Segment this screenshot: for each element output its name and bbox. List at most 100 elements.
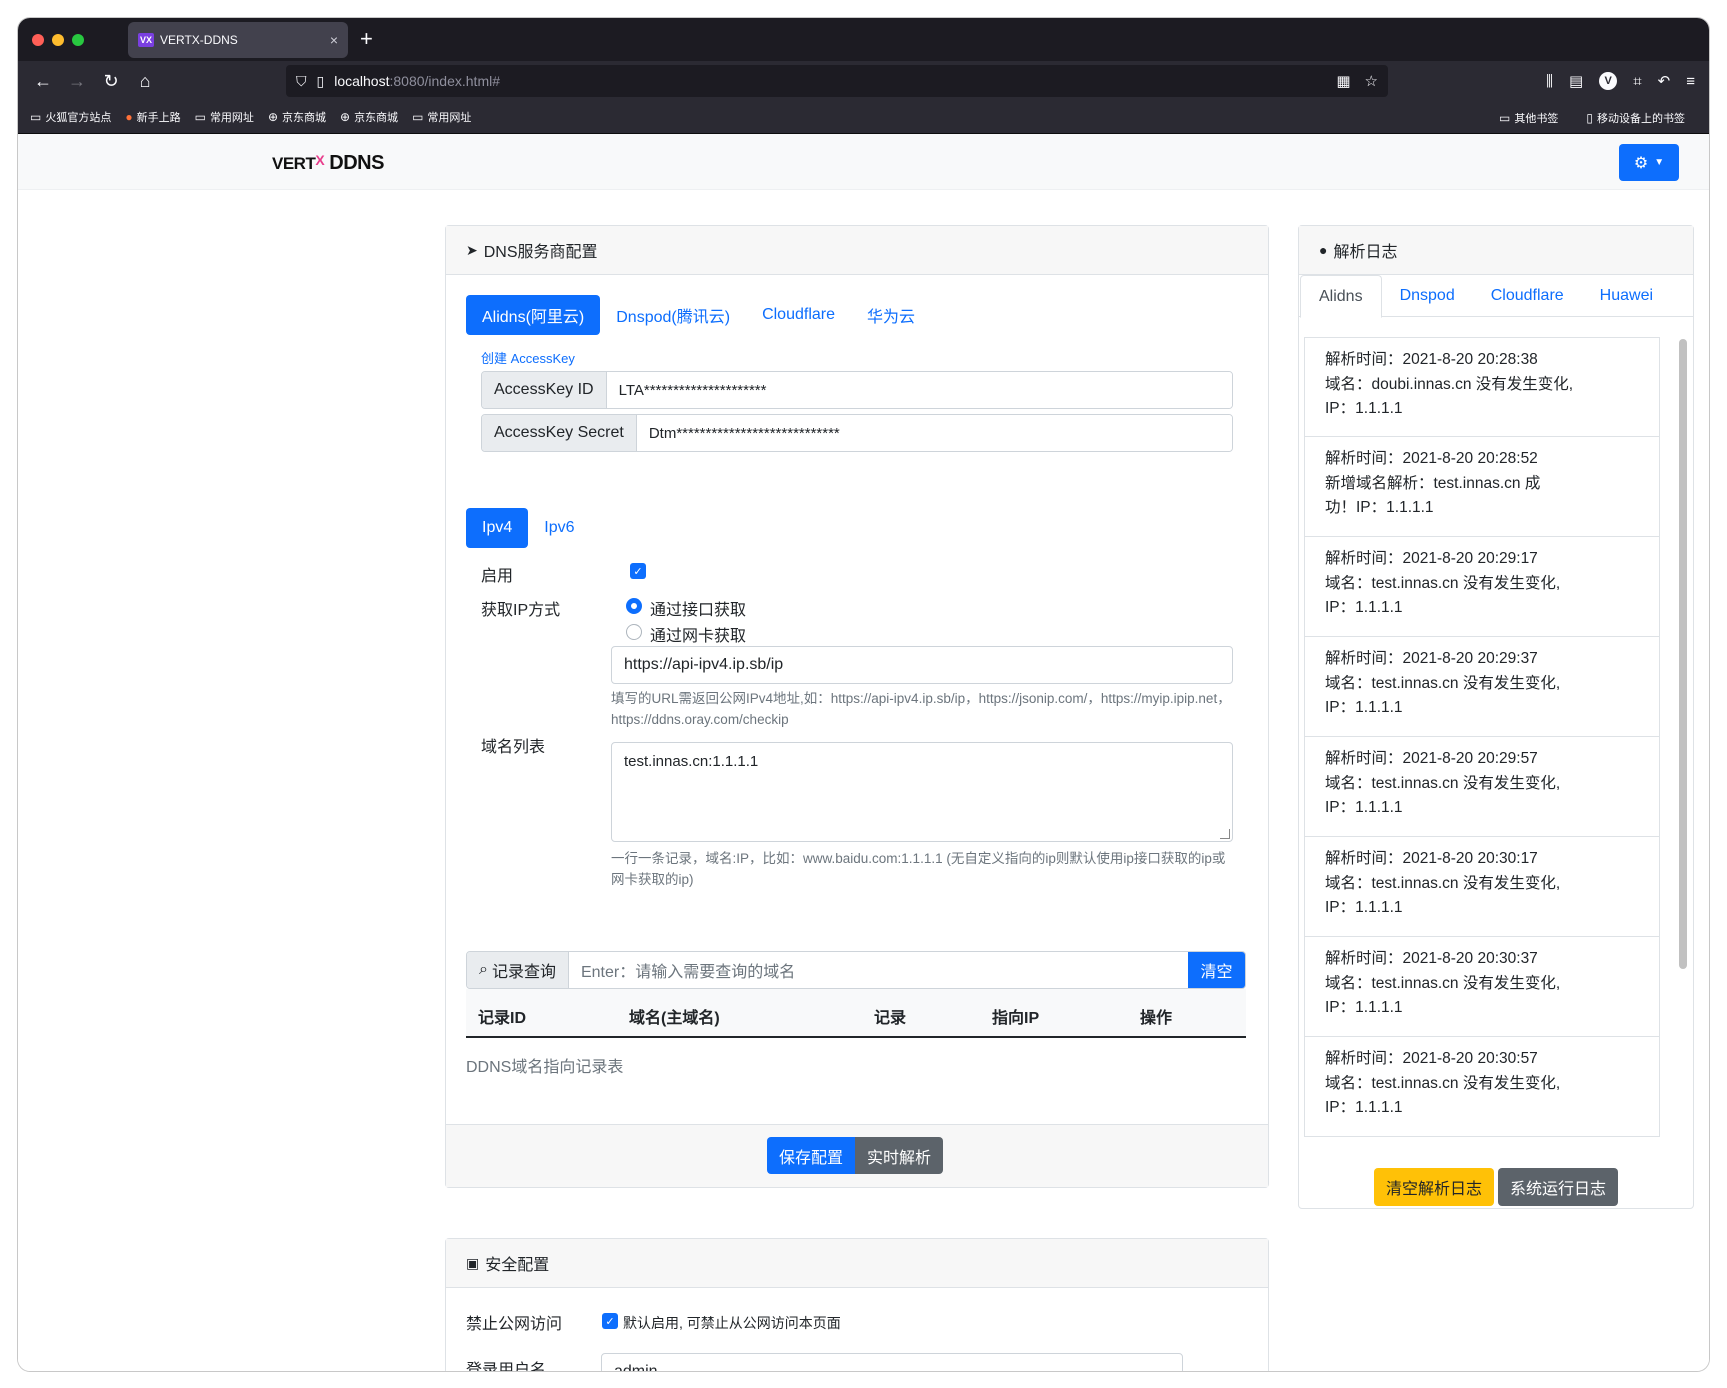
extension-icon[interactable]: V	[1599, 72, 1618, 90]
block-public-desc: 默认启用, 可禁止从公网访问本页面	[623, 1315, 841, 1331]
accesskey-id-input[interactable]: LTA*********************	[606, 372, 1232, 408]
log-list[interactable]: 解析时间：2021-8-20 20:28:38 域名：doubi.innas.cn…	[1304, 337, 1660, 1145]
resize-handle-icon[interactable]	[1220, 829, 1230, 839]
tab-alidns[interactable]: Alidns(阿里云)	[466, 295, 601, 335]
page-icon[interactable]: ▯	[317, 73, 325, 90]
domain-help-text: 一行一条记录，域名:IP，比如：www.baidu.com:1.1.1.1 (无…	[611, 851, 1226, 887]
dns-config-header: ➤ DNS服务商配置	[446, 226, 1268, 275]
action-button-group: 保存配置 实时解析	[767, 1137, 944, 1174]
forward-icon[interactable]: →	[60, 71, 94, 92]
bookmarks-bar: ▭ 火狐官方站点 ● 新手上路 ▭ 常用网址 ⊕ 京东商城 ⊕ 京东商城 ▭ 常用网址 ▭ 其…	[18, 101, 1709, 134]
url-path: :8080/index.html#	[389, 73, 501, 89]
crop-icon[interactable]: ⌗	[1633, 73, 1641, 90]
username-input[interactable]: admin	[601, 1353, 1183, 1371]
app-header: VERTX DDNS ⚙ ▼	[18, 134, 1709, 190]
folder-icon: ▭	[412, 110, 424, 124]
bookmark-item[interactable]: ▭ 火狐官方站点	[30, 109, 111, 125]
mobile-icon: ▯	[1586, 110, 1593, 125]
bookmark-item[interactable]: ⊕ 京东商城	[340, 109, 398, 125]
sidebar-icon[interactable]: ▤	[1569, 72, 1583, 90]
search-icon: ⌕	[479, 961, 488, 978]
bookmark-item[interactable]: ▯ 移动设备上的书签	[1586, 110, 1685, 126]
close-window-button[interactable]	[32, 34, 44, 46]
dns-config-card: ➤ DNS服务商配置 Alidns(阿里云) Dnspod(腾讯云) Cloud…	[445, 225, 1269, 1188]
api-help-text: 填写的URL需返回公网IPv4地址,如：https://api-ipv4.ip.…	[611, 691, 1231, 727]
folder-icon: ▭	[1499, 110, 1511, 125]
bookmark-item[interactable]: ▭ 常用网址	[195, 109, 254, 125]
radio-api-label[interactable]: 通过接口获取	[650, 596, 746, 620]
back-icon[interactable]: ←	[26, 71, 60, 92]
block-public-checkbox[interactable]: ✓	[602, 1313, 618, 1329]
shield-icon[interactable]: ⛉	[296, 73, 307, 90]
bookmark-item[interactable]: ▭ 常用网址	[412, 109, 471, 125]
tab-huawei[interactable]: 华为云	[851, 295, 931, 335]
maximize-window-button[interactable]	[72, 34, 84, 46]
app-logo[interactable]: VERTX DDNS	[272, 152, 384, 175]
enable-checkbox[interactable]: ✓	[630, 563, 646, 579]
ip-api-url-input[interactable]: https://api-ipv4.ip.sb/ip	[611, 646, 1233, 684]
qr-code-icon[interactable]: ▦	[1336, 72, 1350, 90]
ip-version-tabs: Ipv4 Ipv6	[466, 508, 591, 548]
radio-nic[interactable]	[626, 624, 642, 640]
url-host: localhost	[334, 73, 390, 89]
reload-icon[interactable]: ↻	[94, 71, 128, 92]
log-entry: 解析时间：2021-8-20 20:30:17 域名：test.innas.cn …	[1304, 837, 1660, 937]
radio-api[interactable]	[626, 598, 642, 614]
log-entry: 解析时间：2021-8-20 20:29:17 域名：test.innas.cn …	[1304, 537, 1660, 637]
undo-icon[interactable]: ↶	[1658, 72, 1671, 90]
log-entry: 解析时间：2021-8-20 20:29:37 域名：test.innas.cn …	[1304, 637, 1660, 737]
log-tab-huawei[interactable]: Huawei	[1582, 275, 1671, 317]
log-footer: 清空解析日志 系统运行日志	[1299, 1168, 1693, 1206]
domain-list-value: test.innas.cn:1.1.1.1	[624, 753, 759, 770]
tab-ipv4[interactable]: Ipv4	[466, 508, 529, 548]
security-config-card: ▣ 安全配置 禁止公网访问 ✓ 默认启用, 可禁止从公网访问本页面 登录用户名 …	[445, 1238, 1269, 1371]
th-actions: 操作	[1140, 1010, 1173, 1027]
domain-list-textarea[interactable]: test.innas.cn:1.1.1.1	[611, 742, 1233, 842]
realtime-resolve-button[interactable]: 实时解析	[855, 1137, 944, 1174]
clear-log-button[interactable]: 清空解析日志	[1373, 1168, 1494, 1206]
globe-icon: ⊕	[267, 110, 278, 124]
log-scrollbar[interactable]	[1679, 339, 1687, 969]
menu-icon[interactable]: ≡	[1686, 73, 1695, 90]
security-config-header: ▣ 安全配置	[446, 1239, 1268, 1288]
system-log-button[interactable]: 系统运行日志	[1498, 1168, 1619, 1206]
globe-icon: ⊕	[340, 110, 351, 124]
record-search-input[interactable]: Enter：请输入需要查询的域名	[569, 952, 1188, 988]
browser-tab[interactable]: VX VERTX-DDNS ×	[128, 22, 348, 58]
log-entry: 解析时间：2021-8-20 20:30:57 域名：test.innas.cn …	[1304, 1037, 1660, 1137]
tab-ipv6[interactable]: Ipv6	[528, 508, 590, 548]
table-caption: DDNS域名指向记录表	[466, 1059, 624, 1076]
close-icon[interactable]: ×	[330, 32, 338, 48]
folder-icon: ▭	[194, 110, 206, 124]
bookmark-item[interactable]: ● 新手上路	[125, 109, 180, 125]
records-table-header: 记录ID 域名(主域名) 记录 指向IP 操作	[466, 989, 1246, 1038]
log-tab-alidns[interactable]: Alidns	[1300, 275, 1382, 318]
radio-nic-label[interactable]: 通过网卡获取	[650, 622, 746, 646]
tab-cloudflare[interactable]: Cloudflare	[746, 295, 851, 335]
domain-list-label: 域名列表	[481, 739, 546, 756]
record-search-label: ⌕ 记录查询	[467, 952, 569, 988]
create-accesskey-link[interactable]: 创建 AccessKey	[481, 348, 575, 367]
accesskey-secret-group: AccessKey Secret Dtm********************…	[481, 414, 1233, 452]
minimize-window-button[interactable]	[52, 34, 64, 46]
tab-dnspod[interactable]: Dnspod(腾讯云)	[600, 295, 746, 335]
favicon-icon: VX	[138, 33, 154, 47]
settings-dropdown-button[interactable]: ⚙ ▼	[1619, 144, 1679, 181]
clear-search-button[interactable]: 清空	[1188, 952, 1245, 988]
caret-down-icon: ▼	[1654, 157, 1665, 168]
new-tab-button[interactable]: +	[360, 26, 373, 52]
library-icon[interactable]: ⫼	[1546, 73, 1553, 90]
log-tab-dnspod[interactable]: Dnspod	[1382, 275, 1473, 317]
bookmark-item[interactable]: ⊕ 京东商城	[268, 109, 326, 125]
security-config-title: 安全配置	[485, 1257, 550, 1274]
save-config-button[interactable]: 保存配置	[767, 1137, 856, 1174]
url-bar[interactable]: ⛉ ▯ localhost :8080/index.html# ▦ ☆	[286, 65, 1388, 97]
log-tab-cloudflare[interactable]: Cloudflare	[1473, 275, 1582, 317]
accesskey-secret-label: AccessKey Secret	[482, 415, 637, 451]
th-record: 记录	[874, 1010, 907, 1027]
bookmark-item[interactable]: ▭ 其他书签	[1499, 110, 1558, 126]
home-icon[interactable]: ⌂	[128, 71, 162, 92]
bookmark-star-icon[interactable]: ☆	[1365, 72, 1378, 90]
log-entry: 解析时间：2021-8-20 20:28:52 新增域名解析：test.innas…	[1304, 437, 1660, 537]
accesskey-secret-input[interactable]: Dtm****************************	[636, 415, 1232, 451]
